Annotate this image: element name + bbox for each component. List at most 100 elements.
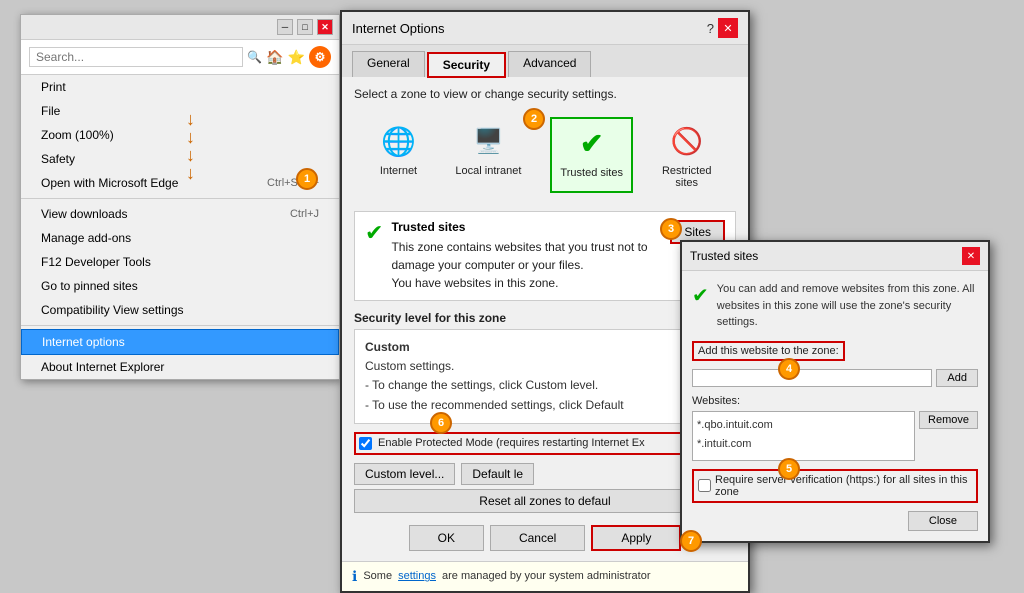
website-item-2[interactable]: *.intuit.com: [697, 435, 910, 455]
home-icon: 🏠: [266, 49, 283, 66]
star-icon: ⭐: [288, 49, 305, 66]
search-input[interactable]: [29, 47, 243, 67]
protected-mode-row: Enable Protected Mode (requires restarti…: [354, 432, 736, 455]
ts-bottom: Close: [692, 511, 978, 531]
menu-item-internet-options[interactable]: Internet options: [21, 329, 339, 355]
info-link[interactable]: settings: [398, 570, 436, 582]
zone-item-internet[interactable]: 🌐 Internet: [370, 117, 426, 193]
zone-instruction: Select a zone to view or change security…: [354, 87, 736, 101]
ie-title-bar: ─ □ ✕: [21, 15, 339, 40]
dialog-title: Internet Options: [352, 21, 445, 36]
ts-check-icon: ✔: [692, 281, 709, 311]
website-item-1[interactable]: *.qbo.intuit.com: [697, 416, 910, 436]
trusted-icon: ✔: [572, 123, 612, 163]
ts-add-row: Add: [692, 369, 978, 387]
dialog-title-bar: Internet Options ? ✕: [342, 12, 748, 45]
zone-label-trusted: Trusted sites: [560, 167, 623, 179]
dialog-bottom-buttons: OK Cancel Apply: [354, 525, 736, 551]
minimize-btn[interactable]: ─: [277, 19, 293, 35]
menu-item-open-edge[interactable]: Open with Microsoft Edge Ctrl+Shift+: [21, 171, 339, 195]
ts-add-label: Add this website to the zone:: [692, 341, 845, 361]
menu-item-about[interactable]: About Internet Explorer: [21, 355, 339, 379]
zone-label-intranet: Local intranet: [455, 165, 521, 177]
info-text: Some: [363, 570, 392, 582]
tab-security[interactable]: Security: [427, 52, 506, 78]
step-badge-6: 6: [430, 412, 452, 434]
custom-level-btn[interactable]: Custom level...: [354, 463, 455, 485]
menu-item-compat[interactable]: Compatibility View settings: [21, 298, 339, 322]
step-badge-1: 1: [296, 168, 318, 190]
info-icon: ℹ: [352, 568, 357, 585]
custom-desc: Custom settings.- To change the settings…: [365, 357, 725, 415]
divider-2: [21, 325, 339, 326]
apply-btn[interactable]: Apply: [591, 525, 681, 551]
menu-item-pinned[interactable]: Go to pinned sites: [21, 274, 339, 298]
zone-desc-title: Trusted sites: [391, 220, 662, 234]
ts-add-btn[interactable]: Add: [936, 369, 978, 387]
ok-btn[interactable]: OK: [409, 525, 484, 551]
zone-desc-right: Trusted sites This zone contains website…: [391, 220, 662, 292]
close-btn[interactable]: ✕: [317, 19, 333, 35]
ts-title-bar: Trusted sites ✕: [682, 242, 988, 271]
step-badge-7: 7: [680, 530, 702, 552]
step-badge-2: 2: [523, 108, 545, 130]
restore-btn[interactable]: □: [297, 19, 313, 35]
ts-close-btn[interactable]: ✕: [962, 247, 980, 265]
ts-close-bottom-btn[interactable]: Close: [908, 511, 978, 531]
menu-item-downloads[interactable]: View downloads Ctrl+J: [21, 202, 339, 226]
menu-item-zoom[interactable]: Zoom (100%): [21, 123, 339, 147]
trusted-sites-dialog: Trusted sites ✕ ✔ You can add and remove…: [680, 240, 990, 543]
cancel-btn[interactable]: Cancel: [490, 525, 585, 551]
ts-require-checkbox[interactable]: [698, 479, 711, 492]
ts-desc-text: You can add and remove websites from thi…: [717, 281, 978, 331]
help-icon[interactable]: ?: [707, 21, 714, 36]
ie-search-bar: 🔍 🏠 ⭐ ⚙: [21, 40, 339, 75]
panel1-arrow: ↓↓↓↓: [186, 110, 195, 182]
ie-menu-panel: ─ □ ✕ 🔍 🏠 ⭐ ⚙ Print File Zoom (100%) Saf…: [20, 14, 340, 380]
ts-websites-list[interactable]: *.qbo.intuit.com *.intuit.com: [692, 411, 915, 461]
reset-all-zones-btn[interactable]: Reset all zones to defaul: [354, 489, 736, 513]
zone-icons-row: 🌐 Internet 🖥️ Local intranet ✔ Trusted s…: [354, 111, 736, 199]
ts-remove-btn[interactable]: Remove: [919, 411, 978, 429]
zone-desc-check-icon: ✔: [365, 220, 383, 246]
zone-item-restricted[interactable]: 🚫 Restrictedsites: [654, 117, 720, 193]
menu-item-addons[interactable]: Manage add-ons: [21, 226, 339, 250]
protected-mode-text: Enable Protected Mode (requires restarti…: [378, 437, 645, 449]
security-level-title: Security level for this zone: [354, 311, 736, 325]
internet-icon: 🌐: [378, 121, 418, 161]
menu-item-f12[interactable]: F12 Developer Tools: [21, 250, 339, 274]
ts-add-input[interactable]: [692, 369, 932, 387]
ts-require-label: Require server verification (https:) for…: [715, 474, 972, 498]
settings-icon-btn[interactable]: ⚙: [309, 46, 331, 68]
search-icon: 🔍: [247, 50, 262, 64]
zone-item-intranet[interactable]: 🖥️ Local intranet: [447, 117, 529, 193]
tab-general[interactable]: General: [352, 51, 425, 77]
custom-label: Custom: [365, 338, 725, 357]
info-text2: are managed by your system administrator: [442, 570, 650, 582]
ts-add-section: Add this website to the zone: Add: [692, 341, 978, 387]
divider-1: [21, 198, 339, 199]
menu-item-safety[interactable]: Safety: [21, 147, 339, 171]
ts-require-row: Require server verification (https:) for…: [692, 469, 978, 503]
ts-desc: ✔ You can add and remove websites from t…: [692, 281, 978, 331]
restricted-icon: 🚫: [667, 121, 707, 161]
intranet-icon: 🖥️: [468, 121, 508, 161]
zone-label-restricted: Restrictedsites: [662, 165, 712, 189]
step-badge-5: 5: [778, 458, 800, 480]
tab-advanced[interactable]: Advanced: [508, 51, 591, 77]
ts-websites-label: Websites:: [692, 395, 978, 407]
custom-level-row: Custom level... Default le: [354, 463, 736, 485]
zone-label-internet: Internet: [380, 165, 417, 177]
zone-item-trusted[interactable]: ✔ Trusted sites: [550, 117, 633, 193]
step-badge-3: 3: [660, 218, 682, 240]
menu-item-file[interactable]: File: [21, 99, 339, 123]
security-level-content: Custom Custom settings.- To change the s…: [354, 329, 736, 424]
dialog-controls: ? ✕: [707, 18, 738, 38]
default-level-btn[interactable]: Default le: [461, 463, 534, 485]
shortcut-downloads: Ctrl+J: [290, 208, 319, 220]
security-level-section: Security level for this zone Custom Cust…: [354, 311, 736, 424]
protected-mode-checkbox[interactable]: [359, 437, 372, 450]
dialog-tabs: General Security Advanced: [342, 45, 748, 77]
dialog-close-btn[interactable]: ✕: [718, 18, 738, 38]
menu-item-print[interactable]: Print: [21, 75, 339, 99]
